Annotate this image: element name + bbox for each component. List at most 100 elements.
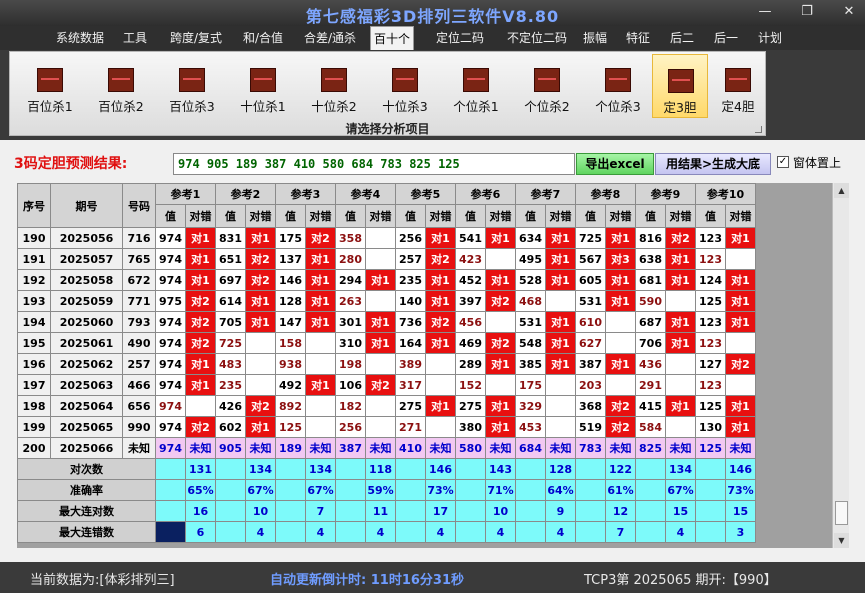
header-value: 值: [335, 204, 366, 228]
header-period: 期号: [50, 183, 123, 228]
row-seq: 191: [17, 248, 51, 270]
prediction-result-field[interactable]: 974 905 189 387 410 580 684 783 825 125: [173, 153, 575, 175]
ref-value: 175: [515, 374, 546, 396]
ref-check: 未知: [485, 437, 516, 459]
menu-item-3[interactable]: 和/合值: [234, 26, 292, 50]
close-icon[interactable]: ✕: [836, 3, 862, 21]
ref-check: 对2: [485, 290, 516, 312]
row-seq: 197: [17, 374, 51, 396]
menu-item-7[interactable]: 不定位二码: [498, 26, 576, 50]
menu-item-1[interactable]: 工具: [115, 26, 155, 50]
maximize-icon[interactable]: ❐: [794, 3, 820, 21]
ref-check: [365, 395, 396, 417]
analysis-button-2[interactable]: 百位杀3: [162, 54, 222, 118]
table-row[interactable]: 196 2025062 257 974 对1 483 938 198 389 289 对1 385 对1…: [17, 353, 756, 375]
table-row[interactable]: 192 2025058 672 974 对1 697 对2 146 对1 294 对1 235 对1 45…: [17, 269, 756, 291]
stats-value: 4: [365, 521, 396, 543]
stats-value: 134: [245, 458, 276, 480]
ref-check: 对1: [485, 416, 516, 438]
menu-item-2[interactable]: 跨度/复式: [160, 26, 232, 50]
vertical-scrollbar[interactable]: ▲ ▼: [832, 183, 849, 548]
stats-value: 67%: [665, 479, 696, 501]
table-row[interactable]: 198 2025064 656 974 426 对2 892 182 275 对1 275 对1 329…: [17, 395, 756, 417]
menu-item-5[interactable]: 百十个: [370, 26, 414, 50]
analysis-button-6[interactable]: 个位杀1: [446, 54, 506, 118]
header-value: 值: [215, 204, 246, 228]
ref-check: 对2: [485, 332, 516, 354]
menu-item-12[interactable]: 计划: [750, 26, 790, 50]
row-period: 2025057: [50, 248, 123, 270]
ref-value: 271: [395, 416, 426, 438]
table-row[interactable]: 195 2025061 490 974 对2 725 158 310 对1 164 对1 469 对2 5…: [17, 332, 756, 354]
table-row[interactable]: 194 2025060 793 974 对2 705 对1 147 对1 301 对1 736 对2 45…: [17, 311, 756, 333]
stats-value: 61%: [605, 479, 636, 501]
analysis-button-4[interactable]: 十位杀2: [304, 54, 364, 118]
row-seq: 195: [17, 332, 51, 354]
ref-check: 对1: [305, 269, 336, 291]
table-row[interactable]: 193 2025059 771 975 对2 614 对1 128 对1 263 140 对1 397 对…: [17, 290, 756, 312]
ref-check: 对1: [725, 395, 756, 417]
table-row[interactable]: 199 2025065 990 974 对2 602 对1 125 256 271 380 对1 453…: [17, 416, 756, 438]
stats-value: 11: [365, 500, 396, 522]
ref-check: 对1: [485, 227, 516, 249]
menu-item-11[interactable]: 后一: [704, 26, 748, 50]
menu-item-6[interactable]: 定位二码: [424, 26, 496, 50]
ref-value: 492: [275, 374, 306, 396]
stats-blank: [275, 500, 306, 522]
scroll-up-icon[interactable]: ▲: [834, 183, 849, 198]
ref-check: [545, 374, 576, 396]
menu-item-0[interactable]: 系统数据: [44, 26, 116, 50]
scroll-thumb[interactable]: [835, 501, 848, 525]
ref-check: 对1: [425, 269, 456, 291]
analysis-button-0[interactable]: 百位杀1: [20, 54, 80, 118]
header-ref: 参考8: [575, 183, 636, 205]
table-row[interactable]: 191 2025057 765 974 对1 651 对2 137 对1 280 257 对2 423 4…: [17, 248, 756, 270]
ribbon-expand-icon[interactable]: [755, 126, 762, 133]
stats-value: 131: [185, 458, 216, 480]
analysis-button-3[interactable]: 十位杀1: [233, 54, 293, 118]
export-excel-button[interactable]: 导出excel: [576, 153, 654, 175]
ref-value: 256: [335, 416, 366, 438]
ref-value: 531: [575, 290, 606, 312]
ref-check: [365, 416, 396, 438]
ref-value: 816: [635, 227, 666, 249]
scroll-down-icon[interactable]: ▼: [834, 533, 849, 548]
analysis-button-1[interactable]: 百位杀2: [91, 54, 151, 118]
ref-value: 410: [395, 437, 426, 459]
title-bar: 第七感福彩3D排列三软件V8.80 — ❐ ✕: [0, 0, 865, 26]
ref-value: 289: [455, 353, 486, 375]
ref-check: [365, 353, 396, 375]
ref-value: 725: [215, 332, 246, 354]
stats-blank: [455, 458, 486, 480]
menu-item-9[interactable]: 特征: [616, 26, 660, 50]
menu-item-10[interactable]: 后二: [662, 26, 702, 50]
analysis-button-5[interactable]: 十位杀3: [375, 54, 435, 118]
ref-value: 158: [275, 332, 306, 354]
analysis-button-7[interactable]: 个位杀2: [517, 54, 577, 118]
stay-on-top-checkbox[interactable]: ✓: [777, 156, 789, 168]
ref-check: [665, 290, 696, 312]
ref-value: 892: [275, 395, 306, 417]
table-row-future[interactable]: 200 2025066 未知 974 未知 905 未知 189 未知 387 未知 410 未知 580…: [17, 437, 756, 459]
ref-value: 938: [275, 353, 306, 375]
row-code: 793: [122, 311, 156, 333]
table-row[interactable]: 197 2025063 466 974 对1 235 492 对1 106 对2 317 152 175…: [17, 374, 756, 396]
table-row[interactable]: 190 2025056 716 974 对1 831 对1 175 对2 358 256 对1 541 对…: [17, 227, 756, 249]
analysis-button-9[interactable]: 定3胆: [652, 54, 708, 118]
stats-blank: [575, 479, 606, 501]
ref-value: 614: [215, 290, 246, 312]
ref-check: [425, 374, 456, 396]
ref-check: [485, 248, 516, 270]
analysis-table: 序号 期号 号码 参考1 参考2 参考3 参考4 参考5 参考6 参考7 参考8 参考9 参考10 值对错…: [17, 183, 756, 543]
ref-value: 697: [215, 269, 246, 291]
stats-value: 73%: [425, 479, 456, 501]
ref-value: 317: [395, 374, 426, 396]
analysis-button-8[interactable]: 个位杀3: [588, 54, 648, 118]
ref-value: 235: [395, 269, 426, 291]
menu-item-8[interactable]: 振幅: [575, 26, 615, 50]
analysis-button-10[interactable]: 定4胆: [710, 54, 766, 118]
generate-base-button[interactable]: 用结果>生成大底: [655, 153, 771, 175]
menu-item-4[interactable]: 合差/通杀: [294, 26, 366, 50]
minimize-icon[interactable]: —: [752, 3, 778, 21]
chart-icon: [108, 68, 134, 92]
